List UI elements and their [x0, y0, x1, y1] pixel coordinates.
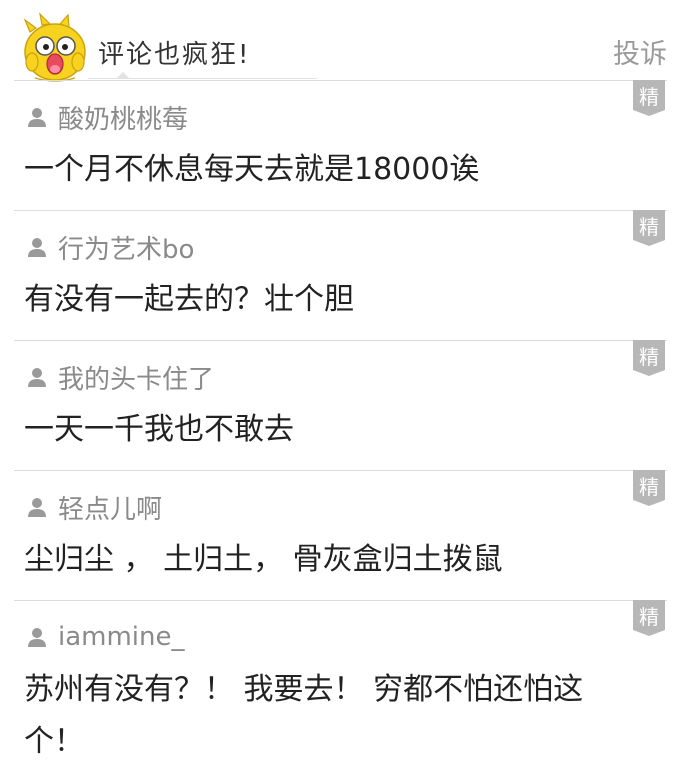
- comment-text: 有没有一起去的？壮个胆: [24, 282, 354, 317]
- header-pointer: [116, 72, 130, 79]
- svg-text:精: 精: [639, 215, 659, 239]
- username[interactable]: 轻点儿啊: [58, 489, 162, 526]
- comment-user: iammine_: [26, 620, 185, 654]
- comment-text: 苏州有没有？！ 我要去！ 穷都不怕还怕这个！: [24, 672, 584, 759]
- divider: [14, 80, 667, 81]
- divider: [14, 340, 667, 341]
- user-icon: [28, 498, 46, 517]
- username[interactable]: 行为艺术bo: [58, 229, 194, 266]
- svg-text:精: 精: [639, 85, 659, 109]
- svg-text:精: 精: [639, 345, 659, 369]
- svg-text:精: 精: [639, 475, 659, 499]
- comment-list: 精 酸奶桃桃莓 一个月不休息每天去就是18000诶 精 行为艺术bo 有没有一起…: [0, 80, 681, 782]
- featured-badge-icon: 精: [633, 80, 665, 116]
- page-title: 评论也疯狂!: [98, 40, 251, 70]
- svg-text:精: 精: [639, 605, 659, 629]
- comment-user: 轻点儿啊: [26, 489, 162, 526]
- header: 评论也疯狂! 投诉: [0, 0, 681, 82]
- report-link[interactable]: 投诉: [613, 32, 667, 71]
- username[interactable]: 我的头卡住了: [58, 359, 214, 396]
- divider: [14, 210, 667, 211]
- comment-item: 精 行为艺术bo 有没有一起去的？壮个胆: [0, 210, 681, 340]
- featured-badge-icon: 精: [633, 600, 665, 636]
- username[interactable]: 酸奶桃桃莓: [58, 99, 188, 136]
- comment-text: 尘归尘 ， 土归土， 骨灰盒归土拨鼠: [24, 542, 503, 577]
- comment-item: 精 酸奶桃桃莓 一个月不休息每天去就是18000诶: [0, 80, 681, 210]
- divider: [14, 600, 667, 601]
- divider: [14, 470, 667, 471]
- comment-item: 精 iammine_ 苏州有没有？！ 我要去！ 穷都不怕还怕这个！: [0, 600, 681, 782]
- comment-text: 一天一千我也不敢去: [24, 412, 294, 447]
- comment-item: 精 我的头卡住了 一天一千我也不敢去: [0, 340, 681, 470]
- user-icon: [28, 238, 46, 257]
- mascot-icon: [23, 12, 86, 82]
- username[interactable]: iammine_: [58, 622, 185, 652]
- comment-user: 我的头卡住了: [26, 359, 214, 396]
- user-icon: [28, 108, 46, 127]
- comment-item: 精 轻点儿啊 尘归尘 ， 土归土， 骨灰盒归土拨鼠: [0, 470, 681, 600]
- featured-badge-icon: 精: [633, 340, 665, 376]
- comment-text: 一个月不休息每天去就是18000诶: [24, 152, 480, 187]
- featured-badge-icon: 精: [633, 210, 665, 246]
- comment-user: 酸奶桃桃莓: [26, 99, 188, 136]
- featured-badge-icon: 精: [633, 470, 665, 506]
- user-icon: [28, 628, 46, 647]
- user-icon: [28, 368, 46, 387]
- comment-user: 行为艺术bo: [26, 229, 194, 266]
